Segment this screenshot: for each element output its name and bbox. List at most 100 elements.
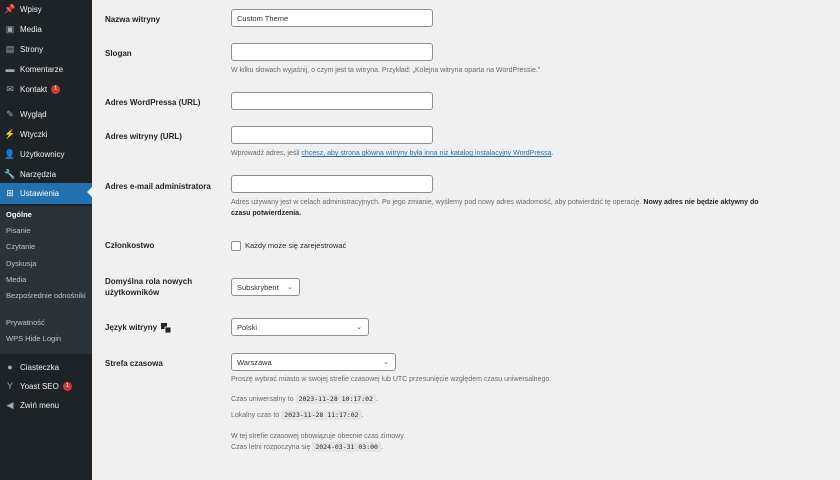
label-line: użytkowników [105, 288, 160, 297]
membership-checkbox-label[interactable]: Każdy może się zarejestrować [245, 241, 346, 251]
menu-item-yoast[interactable]: Y Yoast SEO 1 [0, 377, 92, 395]
chevron-down-icon: ⌄ [356, 324, 362, 331]
collapse-icon: ◀ [6, 399, 14, 410]
comments-icon: ▬ [5, 64, 15, 74]
submenu-general[interactable]: Ogólne [6, 210, 88, 220]
submenu-privacy[interactable]: Prywatność [6, 318, 88, 328]
submenu-media[interactable]: Media [6, 275, 88, 285]
desc-bold: czasu potwierdzenia. [231, 210, 302, 217]
menu-item-settings[interactable]: ⊞ Ustawienia [0, 183, 92, 204]
menu-item-label: Yoast SEO [20, 381, 59, 391]
yoast-icon: Y [6, 381, 13, 391]
utc-value: 2023-11-28 10:17:02 [295, 394, 376, 404]
admin-sidebar: 📌 Wpisy ▣ Media ▤ Strony ▬ Komentarze ✉ Konta… [0, 0, 92, 480]
label-line: Domyślna rola nowych [105, 277, 193, 286]
menu-item-comments[interactable]: ▬ Komentarze [0, 60, 92, 78]
settings-submenu: Ogólne Pisanie Czytanie Dyskusja Media B… [0, 206, 92, 354]
menu-item-label: Kontakt [20, 84, 48, 94]
menu-item-label: Komentarze [20, 64, 64, 74]
translation-icon [161, 322, 172, 333]
dst-line: W tej strefie czasowej obowiązuje obecni… [231, 433, 406, 440]
menu-item-label: Narzędzia [20, 169, 57, 179]
dst-info: W tej strefie czasowej obowiązuje obecni… [231, 431, 405, 453]
desc-text: . [551, 150, 554, 157]
language-label: Język witryny [105, 322, 172, 333]
menu-item-label: Wpisy [20, 4, 42, 14]
site-address-help-link[interactable]: chcesz, aby strona główna witryny była i… [301, 150, 551, 157]
membership-checkbox[interactable] [231, 241, 241, 251]
notification-badge: 1 [62, 381, 72, 391]
submenu-permalinks[interactable]: Bezpośrednie odnośniki [6, 291, 88, 301]
wp-address-label: Adres WordPressa (URL) [105, 98, 201, 107]
utc-time: Czas uniwersalny to 2023-11-28 10:17:02. [231, 394, 378, 405]
chevron-down-icon: ⌄ [287, 284, 293, 291]
tagline-input[interactable] [231, 43, 433, 61]
site-address-input[interactable] [231, 126, 433, 144]
menu-item-label: Ustawienia [20, 189, 60, 198]
menu-item-users[interactable]: 👤 Użytkownicy [0, 145, 92, 163]
submenu-discussion[interactable]: Dyskusja [6, 259, 88, 269]
select-value: Warszawa [237, 357, 272, 367]
tagline-description: W kilku słowach wyjaśnij, o czym jest ta… [231, 67, 541, 74]
utc-label: Czas uniwersalny to [231, 396, 294, 403]
menu-item-label: Strony [20, 44, 44, 54]
language-select[interactable]: Polski ⌄ [231, 318, 369, 336]
mail-icon: ✉ [6, 83, 14, 94]
admin-email-input[interactable] [231, 175, 433, 193]
menu-item-cookies[interactable]: ● Ciasteczka [0, 358, 92, 376]
tagline-label: Slogan [105, 49, 132, 58]
timezone-description: Proszę wybrać miasto w swojej strefie cz… [231, 376, 552, 383]
period: . [380, 444, 383, 451]
menu-item-pages[interactable]: ▤ Strony [0, 40, 92, 58]
desc-text: Wprowadź adres, jeśli [231, 150, 302, 157]
pin-icon: 📌 [4, 3, 16, 14]
submenu-reading[interactable]: Czytanie [6, 242, 88, 252]
menu-item-collapse[interactable]: ◀ Zwiń menu [0, 396, 92, 414]
local-label: Lokalny czas to [231, 412, 280, 419]
settings-icon: ⊞ [6, 188, 14, 198]
select-value: Polski [237, 322, 258, 332]
dst-value: 2024-03-31 03:00 [312, 442, 381, 452]
admin-email-label: Adres e-mail administratora [105, 182, 211, 191]
appearance-icon: ✎ [6, 108, 14, 119]
menu-item-label: Wygląd [20, 109, 47, 119]
default-role-label: Domyślna rola nowych użytkowników [105, 276, 192, 298]
menu-item-contact[interactable]: ✉ Kontakt 1 [0, 80, 92, 98]
desc-bold: Nowy adres nie będzie aktywny do [643, 199, 759, 206]
menu-item-label: Wtyczki [20, 129, 48, 139]
dst-label: Czas letni rozpoczyna się [231, 444, 311, 451]
tools-icon: 🔧 [4, 168, 16, 179]
chevron-down-icon: ⌄ [383, 359, 389, 366]
local-value: 2023-11-28 11:17:02 [281, 410, 362, 420]
timezone-select[interactable]: Warszawa ⌄ [231, 353, 396, 371]
wp-address-input[interactable] [231, 92, 433, 110]
notification-badge: 1 [51, 84, 61, 94]
submenu-wps-hide-login[interactable]: WPS Hide Login [6, 334, 88, 344]
timezone-label: Strefa czasowa [105, 359, 163, 368]
menu-item-label: Ciasteczka [20, 362, 60, 372]
menu-item-label: Zwiń menu [20, 400, 60, 410]
default-role-select[interactable]: Subskrybent ⌄ [231, 278, 300, 296]
pages-icon: ▤ [5, 43, 15, 54]
desc-text: Adres używany jest w celach administracy… [231, 199, 642, 206]
media-icon: ▣ [5, 23, 15, 34]
plugins-icon: ⚡ [4, 128, 16, 139]
site-address-label: Adres witryny (URL) [105, 132, 182, 141]
submenu-writing[interactable]: Pisanie [6, 226, 88, 236]
cookie-icon: ● [7, 362, 13, 372]
menu-item-posts[interactable]: 📌 Wpisy [0, 0, 92, 18]
menu-item-tools[interactable]: 🔧 Narzędzia [0, 165, 92, 183]
menu-item-plugins[interactable]: ⚡ Wtyczki [0, 125, 92, 143]
menu-item-appearance[interactable]: ✎ Wygląd [0, 105, 92, 123]
menu-item-media[interactable]: ▣ Media [0, 20, 92, 38]
admin-email-description: Adres używany jest w celach administracy… [231, 197, 821, 219]
site-title-input[interactable]: Custom Theme [231, 9, 433, 27]
menu-item-label: Użytkownicy [20, 149, 65, 159]
site-address-description: Wprowadź adres, jeśli chcesz, aby strona… [231, 148, 553, 159]
label-text: Język witryny [105, 323, 158, 332]
period: . [361, 412, 364, 419]
site-title-label: Nazwa witryny [105, 15, 161, 24]
users-icon: 👤 [4, 148, 16, 159]
membership-label: Członkostwo [105, 241, 155, 250]
select-value: Subskrybent [237, 282, 279, 292]
